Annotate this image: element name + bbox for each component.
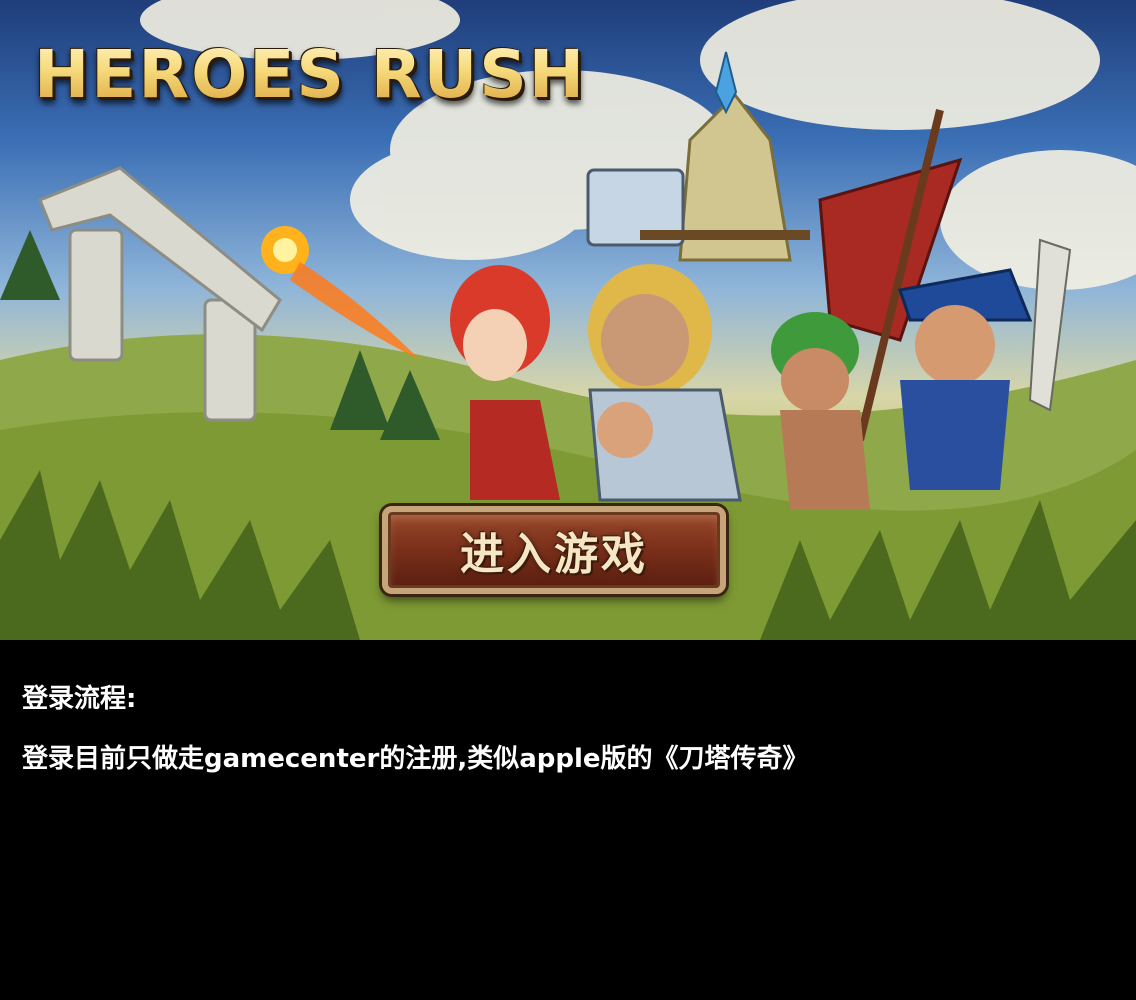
splash-screen: HEROES RUSH 进入游戏 — [0, 0, 1136, 640]
hero-paladin — [588, 264, 742, 502]
enter-game-button-label: 进入游戏 — [460, 529, 648, 580]
game-login-page: HEROES RUSH 进入游戏 登录流程: 登录目前只做走gamecenter… — [0, 0, 1136, 1000]
enter-game-button[interactable]: 进入游戏 — [382, 506, 726, 594]
login-flow-description: 登录目前只做走gamecenter的注册,类似apple版的《刀塔传奇》 — [22, 744, 809, 774]
game-logo: HEROES RUSH — [34, 36, 587, 113]
login-notes-panel: 登录流程: 登录目前只做走gamecenter的注册,类似apple版的《刀塔传… — [0, 640, 1136, 1000]
login-flow-heading: 登录流程: — [22, 684, 137, 714]
